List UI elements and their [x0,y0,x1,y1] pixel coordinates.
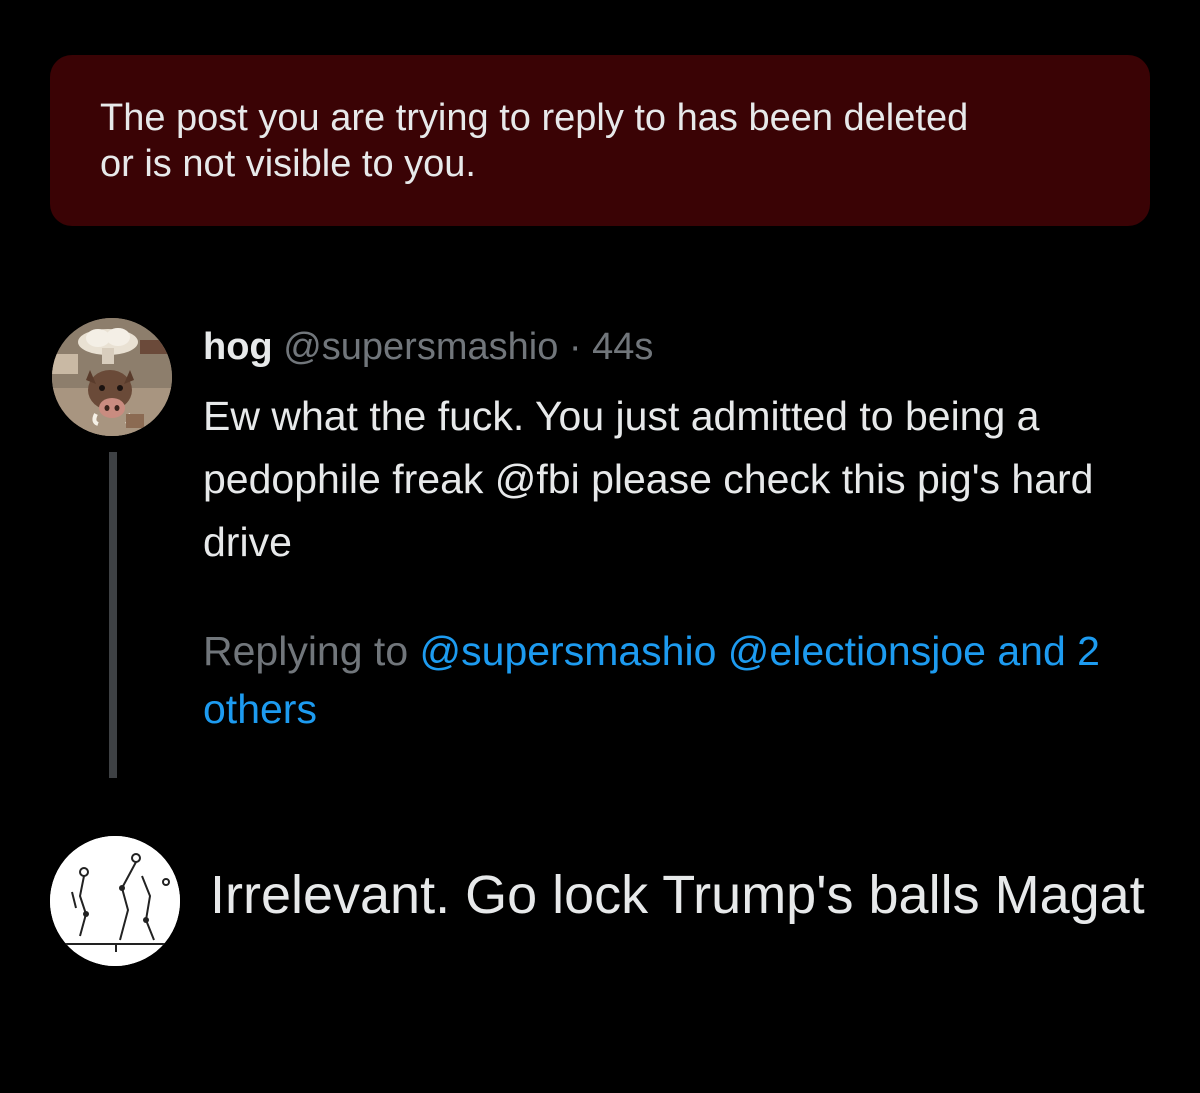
display-name[interactable]: hog [203,326,273,368]
hog-avatar[interactable] [52,318,172,436]
replying-to-line: Replying to @supersmashio @electionsjoe … [203,622,1163,738]
tweet-header: hog @supersmashio · 44s [203,322,653,372]
boar-mushroom-cloud-icon [52,318,172,436]
thread-connector-line [109,452,117,778]
replying-prefix: Replying to [203,628,409,674]
stick-figure-diagram-icon [50,836,180,966]
reply-avatar[interactable] [50,836,180,966]
notice-text: The post you are trying to reply to has … [100,97,969,185]
deleted-post-notice: The post you are trying to reply to has … [50,55,1150,226]
tweet-text: Ew what the fuck. You just admitted to b… [203,393,1094,565]
user-handle[interactable]: @supersmashio [283,326,558,368]
timestamp[interactable]: 44s [592,326,653,368]
reply-text: Irrelevant. Go lock Trump's balls Magat [210,865,1145,925]
replying-mention[interactable]: @electionsjoe [728,628,986,674]
separator-dot: · [568,326,582,368]
replying-mention[interactable]: @supersmashio [420,628,717,674]
